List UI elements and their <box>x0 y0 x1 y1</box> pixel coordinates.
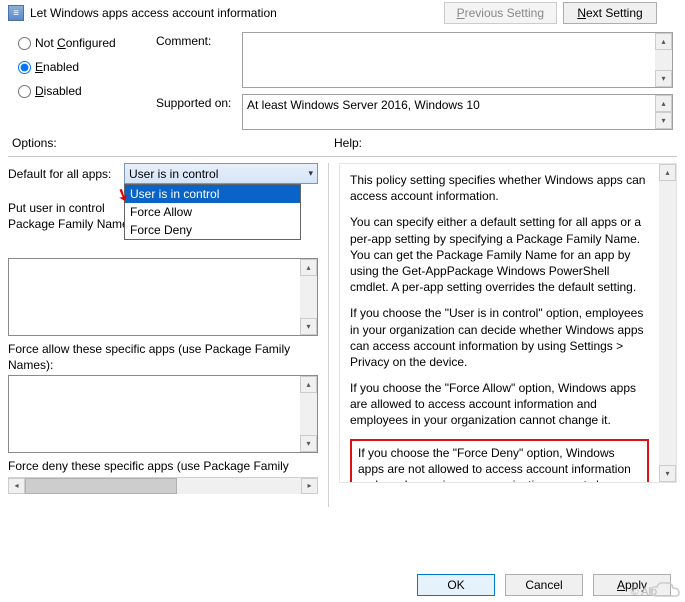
help-paragraph: This policy setting specifies whether Wi… <box>350 172 649 204</box>
scroll-up-icon[interactable]: ▴ <box>300 259 317 276</box>
package-family-name-label: Package Family Name <box>8 217 129 233</box>
scroll-down-icon[interactable]: ▾ <box>300 435 317 452</box>
options-section-label: Options: <box>12 136 334 152</box>
scroll-up-icon: ▴ <box>655 95 672 112</box>
radio-disabled[interactable]: Disabled <box>18 84 136 98</box>
combobox-value: User is in control <box>129 167 218 181</box>
scrollbar-track[interactable] <box>659 181 676 465</box>
scroll-down-icon[interactable]: ▾ <box>300 318 317 335</box>
combobox-option[interactable]: Force Deny <box>125 221 300 239</box>
scroll-up-icon[interactable]: ▴ <box>655 33 672 50</box>
help-paragraph: You can specify either a default setting… <box>350 214 649 295</box>
radio-enabled[interactable]: Enabled <box>18 60 136 74</box>
comment-textarea[interactable]: ▴ ▾ <box>242 32 673 88</box>
scroll-down-icon[interactable]: ▾ <box>655 70 672 87</box>
combobox-popup: User is in control Force Allow Force Den… <box>124 184 301 240</box>
comment-label: Comment: <box>156 32 236 88</box>
combobox-option[interactable]: User is in control <box>125 185 300 203</box>
radio-not-configured[interactable]: Not Configured <box>18 36 136 50</box>
put-user-in-control-label: Put user in control <box>8 201 105 217</box>
help-section-label: Help: <box>334 136 362 152</box>
policy-icon <box>8 5 24 21</box>
scrollbar-track[interactable] <box>655 50 672 70</box>
window-title: Let Windows apps access account informat… <box>30 6 277 20</box>
scroll-down-icon: ▾ <box>655 112 672 129</box>
put-user-in-control-listbox[interactable] <box>9 259 300 335</box>
force-allow-label: Force allow these specific apps (use Pac… <box>8 342 318 373</box>
scroll-up-icon[interactable]: ▴ <box>659 164 676 181</box>
default-combobox[interactable]: User is in control ▾ <box>124 163 318 184</box>
scroll-left-icon[interactable]: ◂ <box>8 478 25 494</box>
supported-on-field: At least Windows Server 2016, Windows 10… <box>242 94 673 130</box>
chevron-down-icon: ▾ <box>308 168 313 179</box>
help-paragraph: If you choose the "User is in control" o… <box>350 305 649 370</box>
h-scrollbar-track[interactable] <box>25 478 301 494</box>
ok-button[interactable]: OK <box>417 574 495 596</box>
previous-setting-button: Previous Setting <box>444 2 557 24</box>
force-deny-label: Force deny these specific apps (use Pack… <box>8 459 318 475</box>
next-setting-button[interactable]: Next Setting <box>563 2 657 24</box>
scroll-up-icon[interactable]: ▴ <box>300 376 317 393</box>
scrollbar-track[interactable] <box>300 393 317 435</box>
help-text-pane: This policy setting specifies whether Wi… <box>340 164 659 482</box>
help-paragraph: If you choose the "Force Allow" option, … <box>350 380 649 429</box>
h-scrollbar-thumb[interactable] <box>25 478 177 494</box>
default-for-all-apps-label: Default for all apps: <box>8 167 124 181</box>
supported-label: Supported on: <box>156 94 236 130</box>
combobox-option[interactable]: Force Allow <box>125 203 300 221</box>
scroll-right-icon[interactable]: ▸ <box>301 478 318 494</box>
force-allow-listbox[interactable] <box>9 376 300 452</box>
highlighted-help-paragraph: If you choose the "Force Deny" option, W… <box>350 439 649 483</box>
scrollbar-track[interactable] <box>300 276 317 318</box>
scroll-down-icon[interactable]: ▾ <box>659 465 676 482</box>
cancel-button[interactable]: Cancel <box>505 574 583 596</box>
brand-logo-icon <box>645 578 685 602</box>
